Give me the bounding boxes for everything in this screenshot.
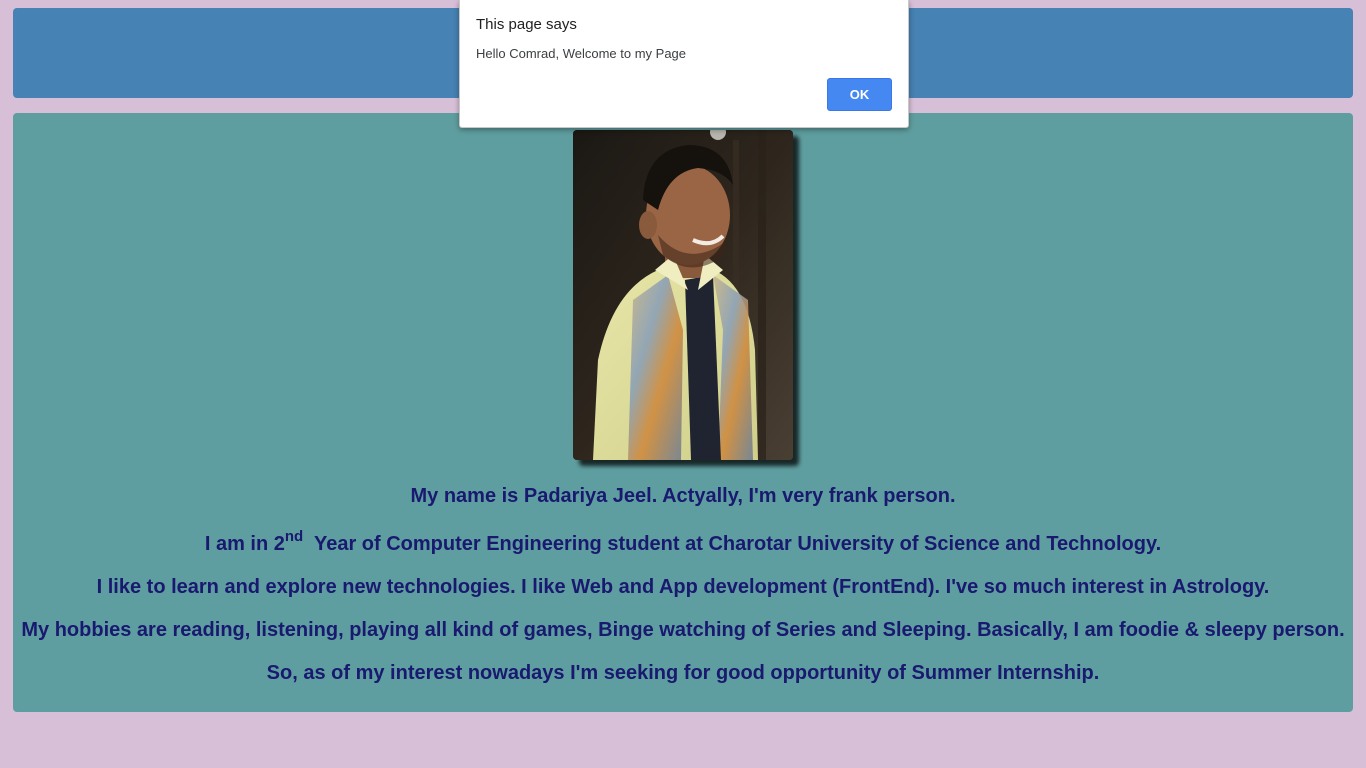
portrait-photo-icon [573,130,793,460]
bio-year-ordinal: nd [284,528,304,545]
dialog-title: This page says [476,16,577,33]
alert-dialog: This page says Hello Comrad, Welcome to … [459,0,909,128]
profile-card: My name is Padariya Jeel. Actyally, I'm … [13,113,1353,712]
dialog-message: Hello Comrad, Welcome to my Page [476,46,687,61]
profile-photo [573,130,793,460]
bio-year-suffix: Year of Computer Engineering student at … [303,533,1162,555]
ok-button[interactable]: OK [827,78,892,111]
bio-year-line: I am in 2nd Year of Computer Engineering… [13,529,1353,556]
bio-year-prefix: I am in 2 [204,533,285,555]
bio-internship-line: So, as of my interest nowadays I'm seeki… [266,662,1100,684]
bio-hobbies-line: My hobbies are reading, listening, playi… [21,619,1345,641]
bio-interests-line: I like to learn and explore new technolo… [96,576,1270,598]
bio-name-line: My name is Padariya Jeel. Actyally, I'm … [410,485,956,507]
